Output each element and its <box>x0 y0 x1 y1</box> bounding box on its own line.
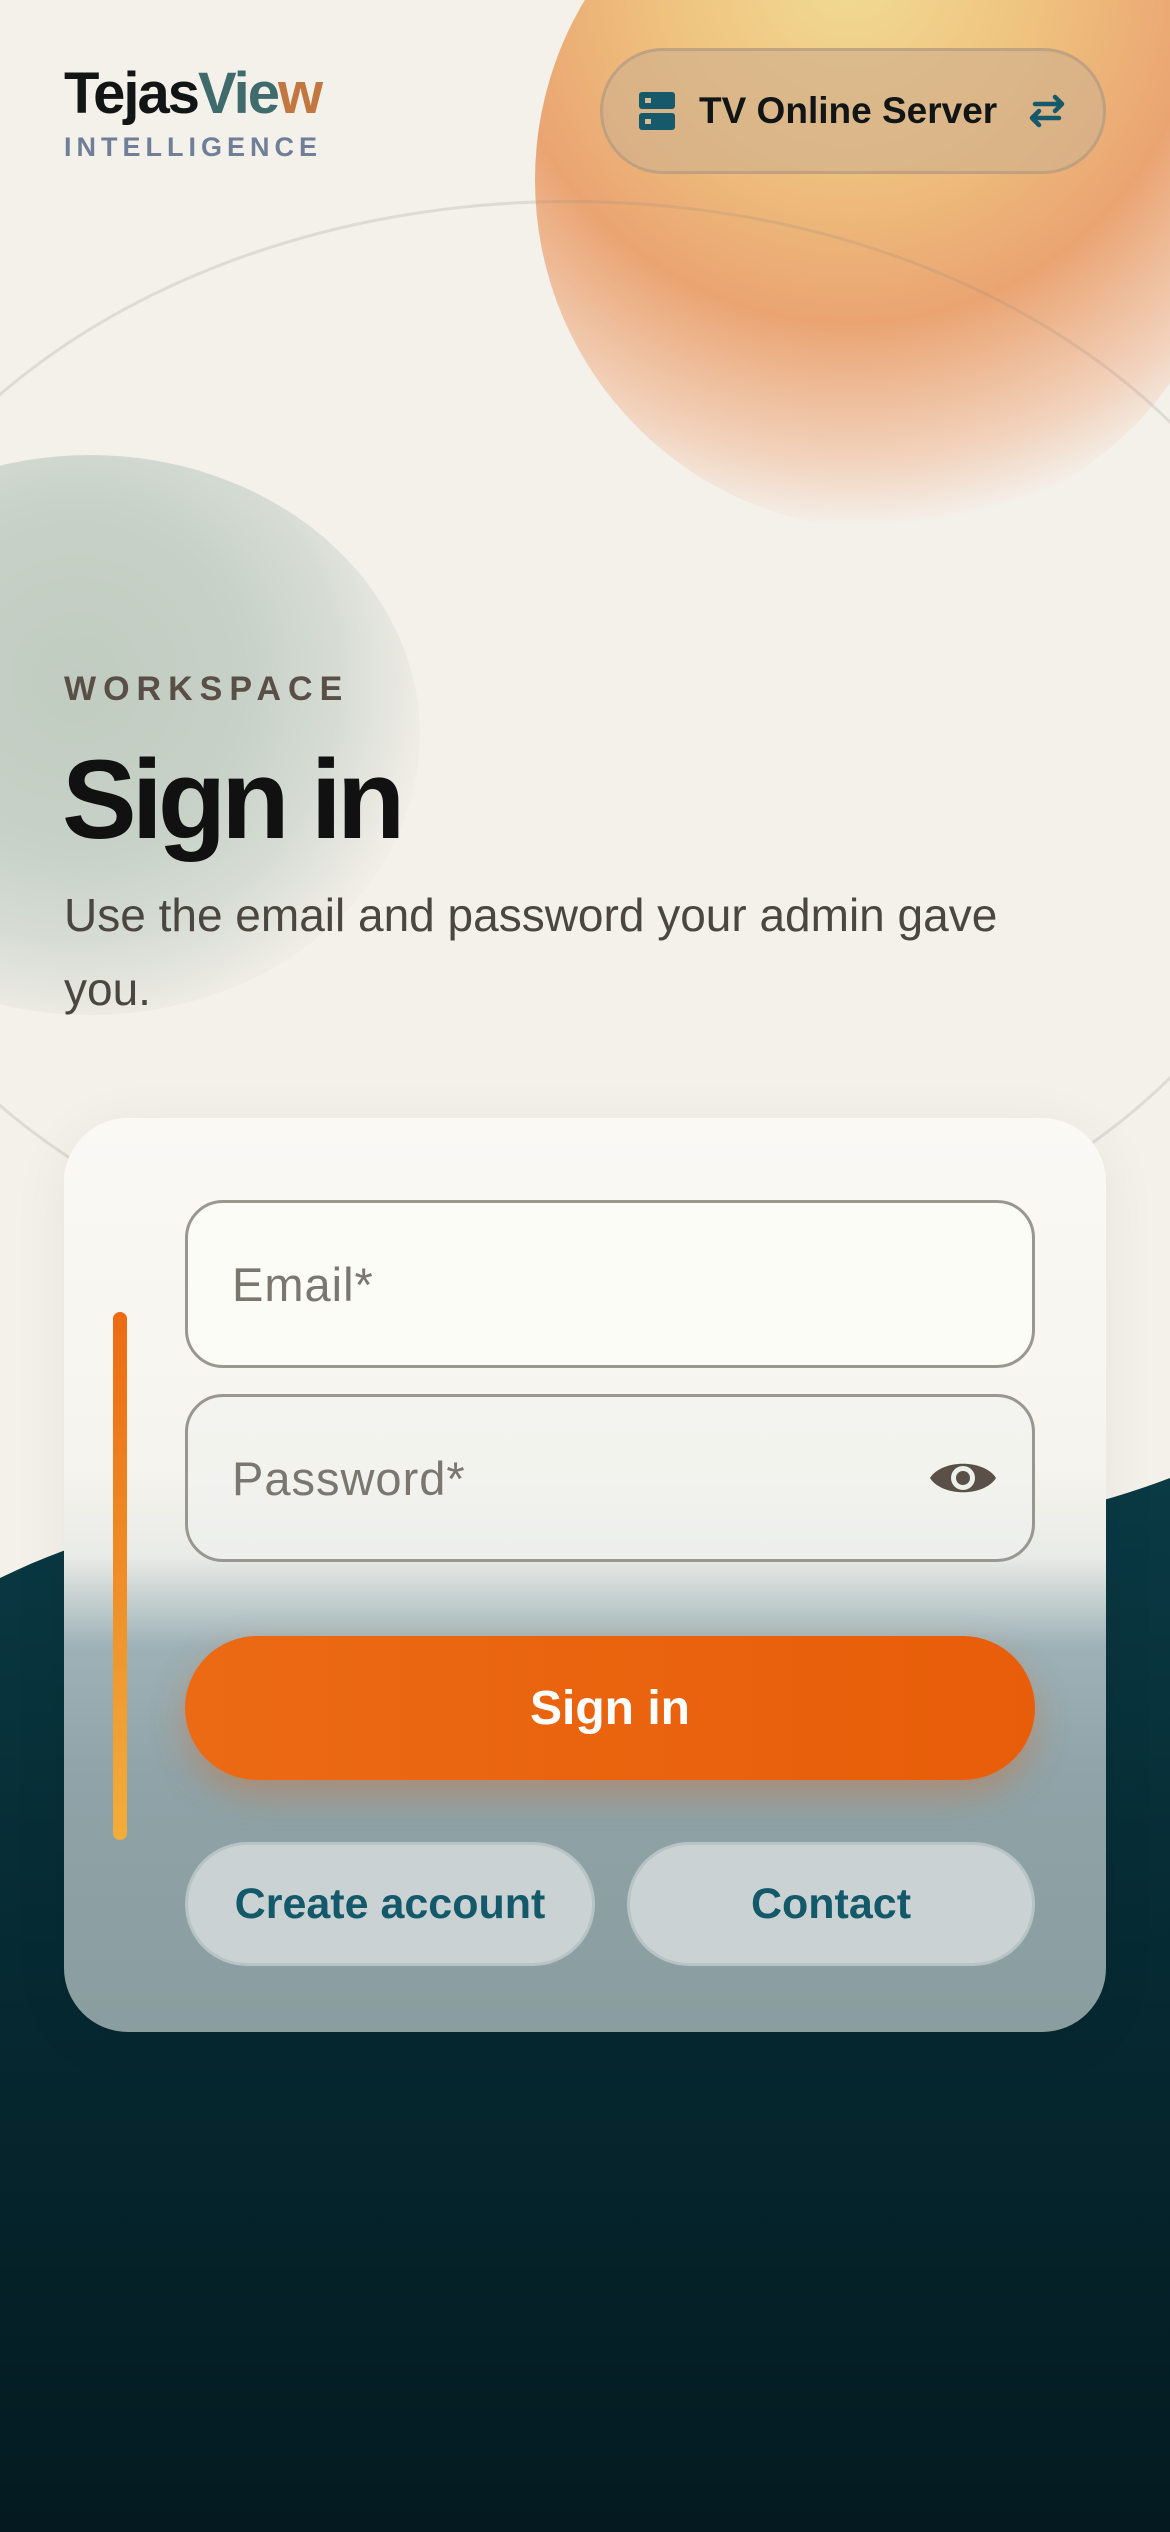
create-account-button[interactable]: Create account <box>185 1842 595 1966</box>
page-title: Sign in <box>62 737 405 862</box>
email-input[interactable] <box>232 1256 988 1312</box>
server-selector-button[interactable]: TV Online Server <box>600 48 1106 174</box>
card-accent-bar <box>113 1312 127 1840</box>
brand-name-part2: View <box>198 61 323 126</box>
password-field[interactable] <box>185 1394 1035 1562</box>
brand-name-part3: w <box>278 61 323 126</box>
email-field[interactable] <box>185 1200 1035 1368</box>
brand-name-part2-text: Vie <box>198 61 280 126</box>
login-screen: TejasView INTELLIGENCE TV Online Server … <box>0 0 1170 2532</box>
password-input[interactable] <box>232 1450 988 1506</box>
server-selector-label: TV Online Server <box>699 90 998 131</box>
brand-wordmark: TejasView <box>64 61 323 126</box>
brand-name-part1: Tejas <box>64 61 200 126</box>
brand-tagline: INTELLIGENCE <box>64 132 323 162</box>
swap-arrows-icon <box>1029 94 1065 128</box>
brand-logo: TejasView INTELLIGENCE <box>64 61 323 163</box>
server-icon <box>639 92 675 130</box>
sign-in-button[interactable]: Sign in <box>185 1636 1035 1780</box>
contact-button[interactable]: Contact <box>627 1842 1035 1966</box>
workspace-eyebrow: WORKSPACE <box>64 670 350 708</box>
page-subtitle: Use the email and password your admin ga… <box>64 889 998 1015</box>
eye-icon[interactable] <box>928 1453 998 1503</box>
